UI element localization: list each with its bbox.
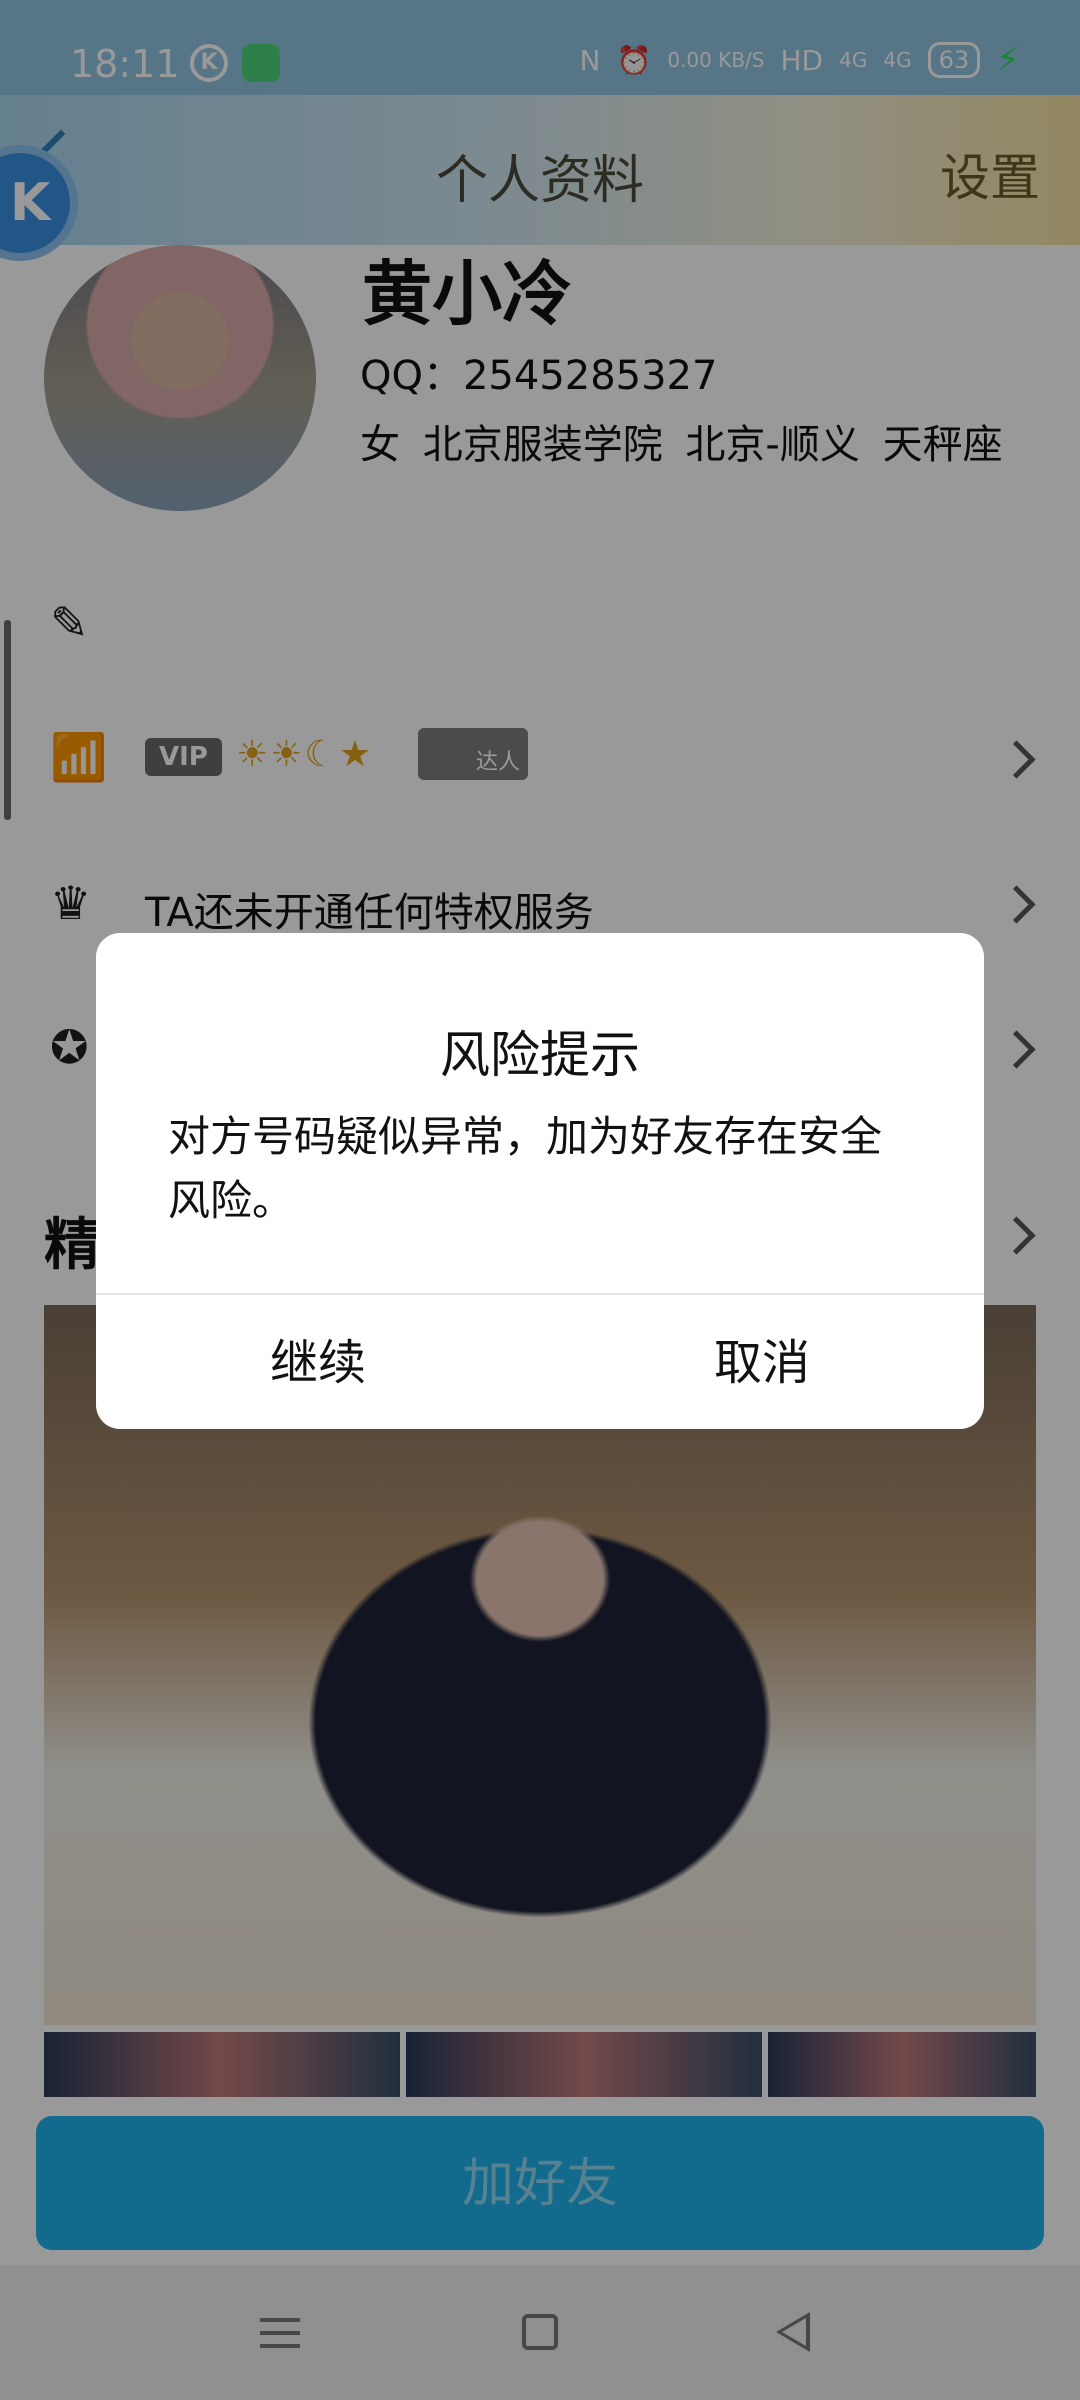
dialog-title: 风险提示 [440, 1026, 640, 1084]
dialog-message: 对方号码疑似异常，加为好友存在安全风险。 [168, 1112, 883, 1225]
continue-button[interactable]: 继续 [96, 1295, 540, 1429]
risk-dialog: 风险提示 对方号码疑似异常，加为好友存在安全风险。 继续 取消 [96, 933, 984, 1429]
cancel-button[interactable]: 取消 [540, 1295, 984, 1429]
